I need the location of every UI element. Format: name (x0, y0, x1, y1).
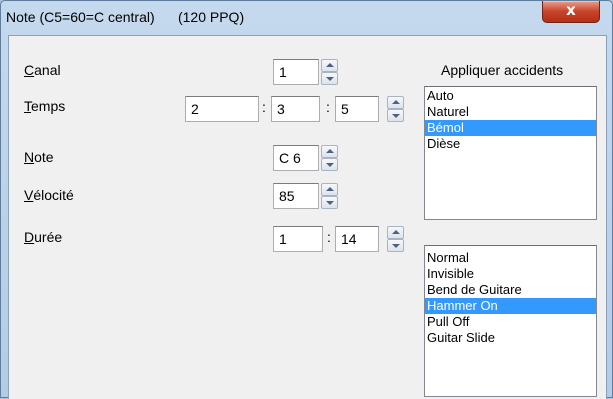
temps-label-text: emps (31, 98, 66, 114)
note-style-listbox[interactable]: Normal Invisible Bend de Guitare Hammer … (424, 245, 597, 397)
accidents-listbox[interactable]: Auto Naturel Bémol Dièse (424, 86, 597, 220)
canal-spinner[interactable] (321, 59, 338, 85)
list-item-selected[interactable]: Bémol (425, 120, 596, 136)
list-item-selected[interactable]: Hammer On (425, 298, 596, 314)
list-item[interactable]: Guitar Slide (425, 330, 596, 346)
duree-beats-field[interactable]: 1 (273, 226, 323, 252)
velocite-label: Vélocité (24, 187, 74, 203)
note-label-text: ote (34, 149, 54, 165)
velocite-field[interactable]: 85 (273, 183, 319, 209)
spin-up-icon[interactable] (321, 183, 338, 196)
spin-down-icon[interactable] (321, 158, 338, 171)
list-item[interactable]: Dièse (425, 136, 596, 152)
temps-separator-1: : (262, 99, 266, 115)
temps-label: Temps (24, 98, 65, 114)
dialog-client-area: Canal 1 Temps 2 : 3 : 5 Note C 6 Vélocit… (8, 35, 607, 399)
spin-up-icon[interactable] (321, 145, 338, 158)
note-label: Note (24, 149, 54, 165)
spin-down-icon[interactable] (321, 72, 338, 85)
temps-temps-field[interactable]: 3 (271, 96, 320, 122)
list-item[interactable]: Normal (425, 250, 596, 266)
duree-spinner[interactable] (387, 226, 404, 252)
canal-label-accel: C (24, 62, 35, 78)
window-title: Note (C5=60=C central) (120 PPQ) (6, 9, 245, 25)
list-item[interactable]: Bend de Guitare (425, 282, 596, 298)
temps-label-accel: T (24, 98, 31, 114)
duree-label-text: urée (34, 229, 63, 245)
dialog-window: Note (C5=60=C central) (120 PPQ) x Canal… (0, 0, 613, 399)
velocite-spinner[interactable] (321, 183, 338, 209)
temps-separator-2: : (326, 99, 330, 115)
temps-spinner[interactable] (387, 96, 404, 122)
spin-down-icon[interactable] (387, 109, 404, 122)
velocite-label-text: élocité (33, 187, 74, 203)
canal-label-text: anal (34, 62, 61, 78)
close-icon: x (566, 1, 576, 19)
spin-down-icon[interactable] (321, 196, 338, 209)
duree-separator: : (327, 229, 331, 245)
list-item[interactable]: Invisible (425, 266, 596, 282)
duree-label: Durée (24, 229, 62, 245)
list-item[interactable]: Auto (425, 88, 596, 104)
temps-tick-field[interactable]: 5 (335, 96, 379, 122)
list-item[interactable]: Naturel (425, 104, 596, 120)
spin-up-icon[interactable] (387, 96, 404, 109)
duree-label-accel: D (24, 229, 35, 245)
spin-up-icon[interactable] (387, 226, 404, 239)
close-button[interactable]: x (542, 1, 600, 23)
note-label-accel: N (24, 149, 35, 165)
spin-down-icon[interactable] (387, 239, 404, 252)
canal-field[interactable]: 1 (273, 59, 319, 85)
duree-ticks-field[interactable]: 14 (335, 226, 379, 252)
canal-label: Canal (24, 62, 61, 78)
list-item[interactable]: Pull Off (425, 314, 596, 330)
velocite-label-accel: V (24, 187, 34, 203)
note-field[interactable]: C 6 (273, 145, 319, 171)
spin-up-icon[interactable] (321, 59, 338, 72)
accidents-heading: Appliquer accidents (441, 62, 564, 78)
note-spinner[interactable] (321, 145, 338, 171)
temps-mesure-field[interactable]: 2 (185, 96, 259, 122)
